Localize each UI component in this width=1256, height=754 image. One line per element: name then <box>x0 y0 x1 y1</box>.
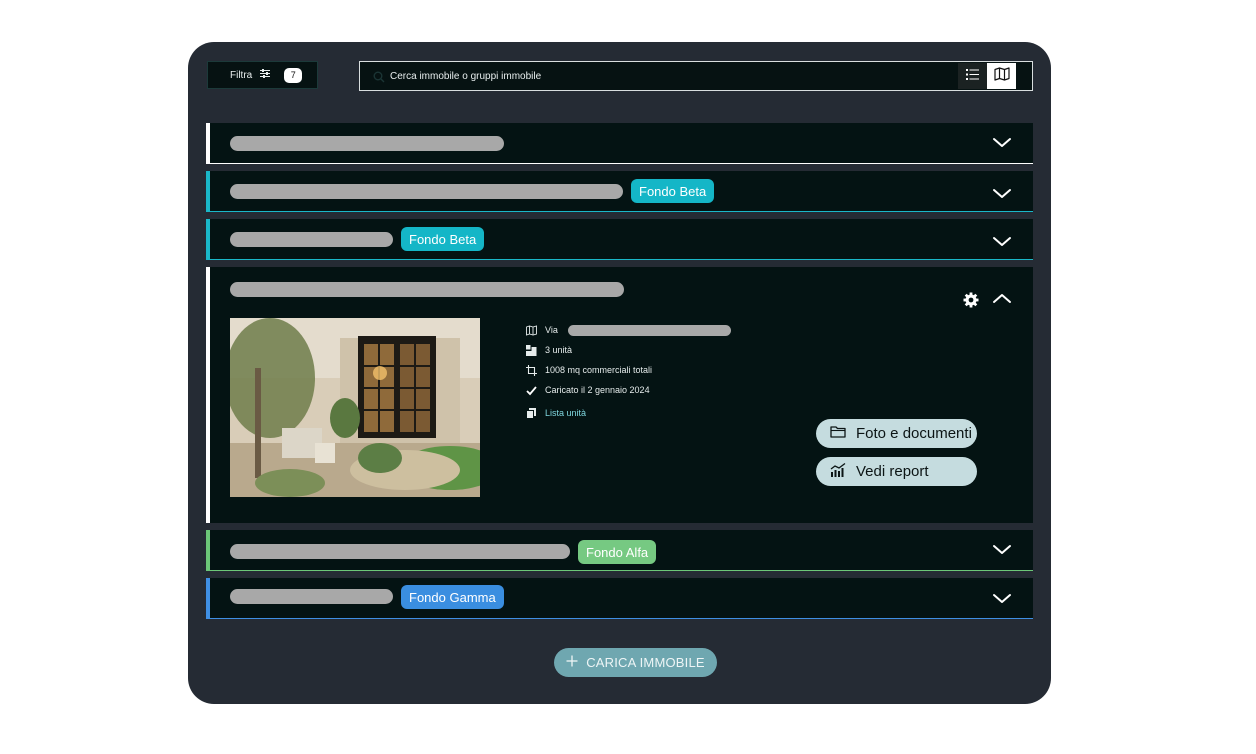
upload-date: Caricato il 2 gennaio 2024 <box>545 385 650 395</box>
chart-icon <box>830 462 846 481</box>
property-name-placeholder <box>230 184 623 199</box>
property-row[interactable]: Fondo Gamma <box>206 578 1033 619</box>
search-input[interactable] <box>390 70 958 82</box>
photos-documents-label: Foto e documenti <box>856 425 972 442</box>
area-text: 1008 mq commerciali totali <box>545 365 653 375</box>
list-view-button[interactable] <box>958 63 987 89</box>
units-count: 3 unità <box>545 345 573 355</box>
chevron-down-icon[interactable] <box>991 132 1013 154</box>
units-link-line: Lista unità <box>526 403 731 423</box>
upload-line: Caricato il 2 gennaio 2024 <box>526 380 731 400</box>
fund-tag: Fondo Beta <box>401 227 485 251</box>
property-name-placeholder <box>230 232 393 247</box>
chevron-up-icon[interactable] <box>991 288 1013 310</box>
property-details: Via 3 unità 1008 mq commerciali totali C… <box>526 320 731 423</box>
fund-tag: Fondo Gamma <box>401 585 504 609</box>
search-icon <box>373 70 385 83</box>
view-report-button[interactable]: Vedi report <box>816 457 977 486</box>
photos-documents-button[interactable]: Foto e documenti <box>816 419 977 448</box>
chevron-down-icon[interactable] <box>991 588 1013 610</box>
filter-label: Filtra <box>230 69 253 81</box>
view-report-label: Vedi report <box>856 463 929 480</box>
chevron-down-icon[interactable] <box>991 539 1013 561</box>
sliders-icon <box>260 69 271 81</box>
filter-button[interactable]: Filtra 7 <box>207 61 318 89</box>
map-icon <box>526 324 537 336</box>
chevron-down-icon[interactable] <box>991 231 1013 253</box>
property-name-placeholder <box>230 589 393 604</box>
map-view-button[interactable] <box>987 63 1016 89</box>
units-list-link[interactable]: Lista unità <box>545 408 586 418</box>
add-property-button[interactable]: CARICA IMMOBILE <box>554 648 717 677</box>
folder-icon <box>830 425 846 442</box>
search-bar <box>359 61 1033 91</box>
fund-tag: Fondo Alfa <box>578 540 657 564</box>
property-row[interactable]: Fondo Alfa <box>206 530 1033 571</box>
map-icon <box>993 66 1010 86</box>
units-line: 3 unità <box>526 340 731 360</box>
property-name-placeholder <box>230 282 624 297</box>
address-line: Via <box>526 320 731 340</box>
add-property-label: CARICA IMMOBILE <box>586 655 705 670</box>
check-icon <box>526 385 537 396</box>
filter-count-badge: 7 <box>284 67 303 83</box>
area-line: 1008 mq commerciali totali <box>526 360 731 380</box>
property-name-placeholder <box>230 544 570 559</box>
property-row[interactable]: Fondo Beta <box>206 171 1033 212</box>
list-icon <box>966 67 979 85</box>
address-placeholder <box>567 324 731 336</box>
property-row[interactable]: Fondo Beta <box>206 219 1033 260</box>
property-row[interactable] <box>206 123 1033 164</box>
documents-icon <box>526 407 537 419</box>
property-name-placeholder <box>230 136 504 151</box>
property-row-expanded: Via 3 unità 1008 mq commerciali totali C… <box>206 267 1033 523</box>
chevron-down-icon[interactable] <box>991 183 1013 205</box>
units-icon <box>526 344 537 356</box>
property-photo <box>230 318 480 497</box>
gear-icon[interactable] <box>962 291 980 309</box>
fund-tag: Fondo Beta <box>631 179 715 203</box>
plus-icon <box>566 655 578 670</box>
crop-icon <box>526 364 537 376</box>
properties-panel: Filtra 7 Fondo Beta <box>188 42 1051 704</box>
address-prefix: Via <box>545 325 558 335</box>
